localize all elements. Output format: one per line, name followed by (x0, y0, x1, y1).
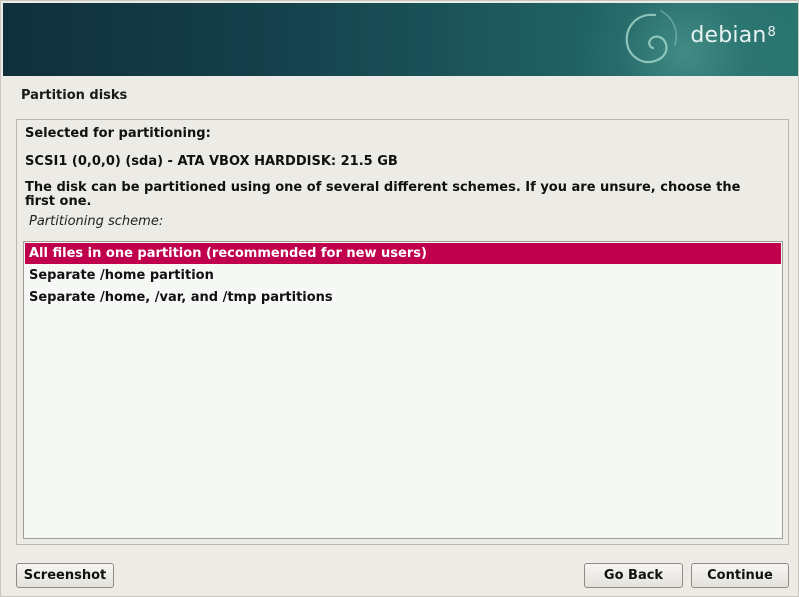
debian-logo-text: debian8 (690, 23, 776, 48)
debian-banner: debian8 (3, 3, 798, 76)
screenshot-button[interactable]: Screenshot (16, 563, 114, 588)
debian-swirl-icon (625, 10, 677, 64)
brand-name: debian (690, 23, 767, 48)
list-item-all-files-one-partition[interactable]: All files in one partition (recommended … (25, 243, 781, 264)
go-back-button[interactable]: Go Back (584, 563, 683, 588)
list-item-separate-home[interactable]: Separate /home partition (25, 265, 781, 286)
partitioning-scheme-list[interactable]: All files in one partition (recommended … (23, 241, 783, 539)
description-text: The disk can be partitioned using one of… (25, 180, 741, 209)
partitioning-scheme-label: Partitioning scheme: (29, 214, 164, 229)
page-title: Partition disks (21, 88, 128, 103)
content-panel: Selected for partitioning: SCSI1 (0,0,0)… (16, 119, 789, 545)
disk-info: SCSI1 (0,0,0) (sda) - ATA VBOX HARDDISK:… (25, 154, 398, 169)
selected-label: Selected for partitioning: (25, 126, 211, 141)
installer-window: debian8 Partition disks Selected for par… (0, 0, 799, 597)
list-item-separate-home-var-tmp[interactable]: Separate /home, /var, and /tmp partition… (25, 287, 781, 308)
brand-version: 8 (767, 25, 776, 40)
continue-button[interactable]: Continue (691, 563, 789, 588)
